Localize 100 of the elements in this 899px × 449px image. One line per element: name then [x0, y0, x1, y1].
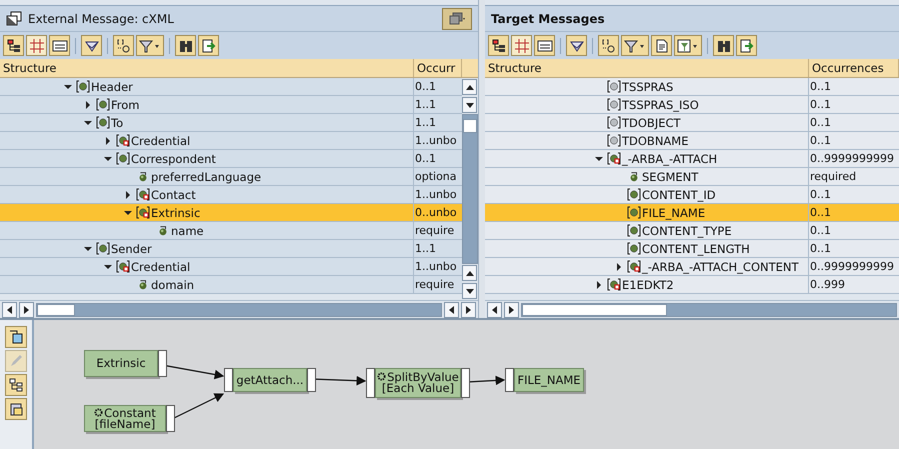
search-button[interactable]: [713, 35, 734, 56]
occurrence-cell-text: optiona: [414, 169, 458, 185]
tree-row[interactable]: _-ARBA_-ATTACH_CONTENT 0..9999999999: [485, 258, 899, 276]
collapse-arrow-icon[interactable]: [64, 82, 72, 90]
expand-arrow-icon[interactable]: [595, 280, 603, 288]
scroll-right-button[interactable]: [461, 302, 476, 318]
element-list-icon: [116, 260, 130, 273]
expand-arrow-icon[interactable]: [104, 136, 112, 144]
filter-button[interactable]: [136, 35, 164, 56]
input-port[interactable]: [224, 368, 233, 392]
hierarchy-button[interactable]: [5, 374, 27, 396]
collapse-arrow-icon[interactable]: [124, 208, 132, 216]
tree-row[interactable]: To 1..1: [0, 114, 462, 132]
tree-view-button[interactable]: [488, 35, 509, 56]
tree-row[interactable]: preferredLanguage optiona: [0, 168, 462, 186]
scroll-down-button[interactable]: [462, 97, 477, 113]
source-view-button[interactable]: [49, 35, 70, 56]
output-port[interactable]: [166, 405, 175, 432]
namespace-button[interactable]: [113, 35, 134, 56]
insert-button[interactable]: [5, 326, 27, 348]
scroll-left-button[interactable]: [487, 302, 502, 318]
expand-arrow-icon[interactable]: [615, 262, 623, 270]
hierarchy-icon: [9, 378, 23, 392]
scroll-left-button[interactable]: [444, 302, 459, 318]
collapse-arrow-icon[interactable]: [595, 154, 603, 162]
tree-row[interactable]: CONTENT_ID 0..1: [485, 186, 899, 204]
check-button[interactable]: [81, 35, 102, 56]
scrollbar-track[interactable]: [521, 302, 897, 316]
scroll-up-button[interactable]: [462, 79, 477, 95]
scroll-left-button[interactable]: [2, 302, 17, 318]
tree-row[interactable]: domain require: [0, 276, 462, 294]
input-port[interactable]: [366, 368, 375, 398]
tree-row[interactable]: FILE_NAME 0..1: [485, 204, 899, 222]
mapping-node[interactable]: Constant [fileName]: [84, 405, 166, 432]
node-label: CONTENT_TYPE: [642, 224, 732, 238]
collapse-arrow-icon[interactable]: [84, 244, 92, 252]
occurrence-cell-text: 0..unbo: [414, 205, 458, 221]
tree-row[interactable]: _-ARBA_-ATTACH 0..9999999999: [485, 150, 899, 168]
namespace-button[interactable]: [598, 35, 619, 56]
scrollbar-thumb[interactable]: [522, 304, 667, 316]
tree-row[interactable]: TDOBJECT 0..1: [485, 114, 899, 132]
layout-button[interactable]: [442, 8, 472, 30]
output-port[interactable]: [461, 368, 470, 398]
export-button[interactable]: [198, 35, 219, 56]
collapse-arrow-icon[interactable]: [104, 154, 112, 162]
column-header[interactable]: Occurr: [414, 59, 462, 77]
tree-row[interactable]: CONTENT_LENGTH 0..1: [485, 240, 899, 258]
mapping-node[interactable]: Extrinsic: [84, 350, 158, 377]
collapse-arrow-icon[interactable]: [104, 262, 112, 270]
binoculars-icon: [178, 38, 192, 52]
column-header[interactable]: Structure: [485, 59, 809, 77]
column-header[interactable]: Occurrences: [809, 59, 899, 77]
export-button[interactable]: [736, 35, 757, 56]
output-port[interactable]: [158, 350, 167, 377]
mapping-node[interactable]: SplitByValue [Each Value]: [375, 368, 461, 398]
scrollbar-thumb[interactable]: [37, 304, 75, 316]
tree-view-button[interactable]: [3, 35, 24, 56]
tree-row[interactable]: TSSPRAS 0..1: [485, 78, 899, 96]
search-button[interactable]: [175, 35, 196, 56]
document-edit-button[interactable]: [651, 35, 672, 56]
tree-row[interactable]: Credential 1..unbo: [0, 258, 462, 276]
tree-row[interactable]: TDOBNAME 0..1: [485, 132, 899, 150]
windows-icon: [6, 11, 22, 26]
mapping-node[interactable]: FILE_NAME: [514, 368, 584, 392]
tree-row[interactable]: Sender 1..1: [0, 240, 462, 258]
tree-row[interactable]: name require: [0, 222, 462, 240]
tree-row[interactable]: CONTENT_TYPE 0..1: [485, 222, 899, 240]
gear-icon: [94, 408, 104, 416]
filter-button[interactable]: [621, 35, 649, 56]
filter-document-button[interactable]: [674, 35, 702, 56]
scrollbar-track[interactable]: [36, 302, 442, 316]
column-header[interactable]: Structure: [0, 59, 414, 77]
grid-view-button[interactable]: [26, 35, 47, 56]
scrollbar-thumb[interactable]: [463, 119, 477, 133]
expand-arrow-icon[interactable]: [84, 100, 92, 108]
tree-row[interactable]: Header 0..1: [0, 78, 462, 96]
output-port[interactable]: [307, 368, 316, 392]
grid-view-button[interactable]: [511, 35, 532, 56]
scroll-down-button[interactable]: [462, 283, 477, 299]
tree-row[interactable]: Correspondent 0..1: [0, 150, 462, 168]
tree-row[interactable]: From 1..1: [0, 96, 462, 114]
tree-row[interactable]: Extrinsic 0..unbo: [0, 204, 462, 222]
tree-row[interactable]: E1EDKT2 0..999: [485, 276, 899, 294]
tree-row[interactable]: Contact 1..unbo: [0, 186, 462, 204]
input-port[interactable]: [505, 368, 514, 392]
clipboard-button[interactable]: [5, 398, 27, 420]
element-icon: [96, 242, 110, 255]
source-view-button[interactable]: [534, 35, 555, 56]
scroll-right-button[interactable]: [19, 302, 34, 318]
collapse-arrow-icon[interactable]: [84, 118, 92, 126]
tree-row[interactable]: TSSPRAS_ISO 0..1: [485, 96, 899, 114]
scroll-right-button[interactable]: [504, 302, 519, 318]
mapping-node[interactable]: getAttach...: [233, 368, 307, 392]
check-button[interactable]: [566, 35, 587, 56]
expand-arrow-icon[interactable]: [124, 190, 132, 198]
occurrence-cell-text: require: [414, 223, 456, 239]
tree-row[interactable]: Credential 1..unbo: [0, 132, 462, 150]
windows-icon: [448, 12, 466, 26]
tree-row[interactable]: SEGMENT required: [485, 168, 899, 186]
scroll-up-button[interactable]: [462, 265, 477, 281]
